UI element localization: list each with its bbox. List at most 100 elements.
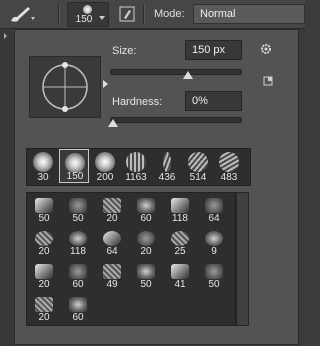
brush-tip-icon <box>126 152 146 172</box>
mode-label: Mode: <box>154 8 185 20</box>
brush-tool-preset-picker[interactable] <box>8 4 38 24</box>
brush-preset-cell[interactable]: 60 <box>65 295 91 323</box>
brush-preset-cell[interactable]: 64 <box>99 229 125 257</box>
brush-tip-icon <box>171 231 189 246</box>
chevron-down-icon <box>99 16 105 20</box>
brush-tip-icon <box>35 198 53 213</box>
hardness-field[interactable]: 0% <box>185 91 242 111</box>
brush-tip-icon <box>95 152 115 172</box>
separator <box>58 4 60 24</box>
brush-preset-size: 118 <box>70 246 86 257</box>
brush-preset-cell[interactable]: 20 <box>31 295 57 323</box>
brush-preset-cell[interactable]: 200 <box>90 149 120 183</box>
size-label: Size: <box>112 45 137 57</box>
brush-tip-icon <box>69 297 87 312</box>
brush-preset-size: 483 <box>220 172 238 183</box>
brush-preset-cell[interactable]: 41 <box>167 262 193 290</box>
brush-preset-cell[interactable]: 483 <box>214 149 244 183</box>
hardness-label: Hardness: <box>112 96 163 108</box>
brush-preset-cell[interactable]: 9 <box>201 229 227 257</box>
brush-preset-size: 50 <box>72 213 84 224</box>
hardness-slider-thumb[interactable] <box>108 119 118 127</box>
brush-preset-size: 20 <box>140 246 152 257</box>
brush-preset-cell[interactable]: 50 <box>31 196 57 224</box>
brush-tip-icon <box>163 152 171 172</box>
brush-preset-size: 49 <box>106 279 118 290</box>
brush-preset-size: 20 <box>38 246 50 257</box>
brush-preset-size: 20 <box>38 312 50 323</box>
brush-presets-grid: 50 50 20 60 118 64 20 118 64 20 25 9 20 60 49 50 41 50 20 6… <box>26 192 236 326</box>
brush-preset-cell[interactable]: 1163 <box>121 149 151 183</box>
brush-preset-cell[interactable]: 514 <box>183 149 213 183</box>
hardness-slider[interactable] <box>110 117 242 123</box>
brush-preset-size: 150 <box>66 171 84 182</box>
side-strip <box>0 29 14 346</box>
brush-preset-cell[interactable]: 20 <box>133 229 159 257</box>
brush-tip-icon <box>188 152 208 172</box>
brush-tip-icon <box>137 198 155 213</box>
brush-preset-size: 41 <box>174 279 186 290</box>
brush-preset-cell[interactable]: 25 <box>167 229 193 257</box>
brush-size-readout: 150 <box>75 14 93 25</box>
brush-preset-size: 20 <box>106 213 118 224</box>
size-slider-thumb[interactable] <box>183 71 193 79</box>
brush-preset-size: 64 <box>208 213 220 224</box>
size-field[interactable]: 150 px <box>185 40 242 60</box>
brush-preset-cell[interactable]: 20 <box>31 262 57 290</box>
brush-preset-size: 60 <box>72 312 84 323</box>
brush-preset-size: 514 <box>189 172 207 183</box>
presets-scrollbar[interactable] <box>236 192 249 326</box>
mode-value: Normal <box>200 8 236 20</box>
brush-tip-icon <box>35 297 53 312</box>
brush-preset-cell[interactable]: 60 <box>65 262 91 290</box>
brush-preset-size: 436 <box>158 172 176 183</box>
brush-tip-icon <box>65 153 85 173</box>
brush-tip-icon <box>103 264 121 279</box>
brush-angle-preview[interactable] <box>29 56 101 118</box>
arrow-right-icon <box>103 80 108 88</box>
brush-preset-cell[interactable]: 60 <box>133 196 159 224</box>
brush-preset-cell[interactable]: 150 <box>59 149 89 183</box>
brush-preset-cell[interactable]: 64 <box>201 196 227 224</box>
brush-preset-size: 50 <box>38 213 50 224</box>
brush-preset-cell[interactable]: 118 <box>65 229 91 257</box>
brush-tip-icon <box>103 198 121 213</box>
brush-panel-icon <box>119 6 135 22</box>
brush-preset-size: 64 <box>106 246 118 257</box>
brush-tip-preview-icon <box>83 5 92 14</box>
brush-preset-cell[interactable]: 30 <box>28 149 58 183</box>
right-strip <box>299 29 305 346</box>
mode-dropdown[interactable]: Normal <box>193 4 305 24</box>
brush-preset-cell[interactable]: 50 <box>201 262 227 290</box>
brush-preset-cell[interactable]: 20 <box>99 196 125 224</box>
brush-tip-icon <box>35 264 53 279</box>
brush-preset-size: 60 <box>140 213 152 224</box>
brush-tip-icon <box>171 264 189 279</box>
separator <box>143 4 145 24</box>
gear-icon[interactable] <box>260 43 272 55</box>
brush-tip-icon <box>219 152 239 172</box>
brush-tip-icon <box>69 198 87 213</box>
brush-preset-cell[interactable]: 50 <box>133 262 159 290</box>
brush-preset-picker-button[interactable]: 150 <box>67 2 109 27</box>
brush-preset-cell[interactable]: 20 <box>31 229 57 257</box>
toggle-brush-panel-button[interactable] <box>118 5 136 23</box>
options-bar: 150 Mode: Normal <box>0 0 305 29</box>
brush-preset-cell[interactable]: 436 <box>152 149 182 183</box>
brush-preset-size: 1163 <box>125 172 147 183</box>
brush-preset-size: 50 <box>208 279 220 290</box>
brush-preset-cell[interactable]: 49 <box>99 262 125 290</box>
new-preset-icon[interactable] <box>263 76 273 86</box>
collapse-arrows-icon[interactable] <box>4 33 10 39</box>
brush-tip-icon <box>137 231 155 246</box>
brush-tip-icon <box>69 231 87 246</box>
brush-preset-cell[interactable]: 50 <box>65 196 91 224</box>
brush-preset-size: 118 <box>172 213 188 224</box>
brush-tip-icon <box>35 231 53 246</box>
size-value: 150 px <box>192 44 226 56</box>
size-slider[interactable] <box>110 69 242 75</box>
recent-brushes-row: 30 150 200 1163 436 514 483 <box>26 148 251 186</box>
brush-preset-size: 20 <box>38 279 50 290</box>
brush-preset-size: 30 <box>37 172 49 183</box>
brush-preset-cell[interactable]: 118 <box>167 196 193 224</box>
